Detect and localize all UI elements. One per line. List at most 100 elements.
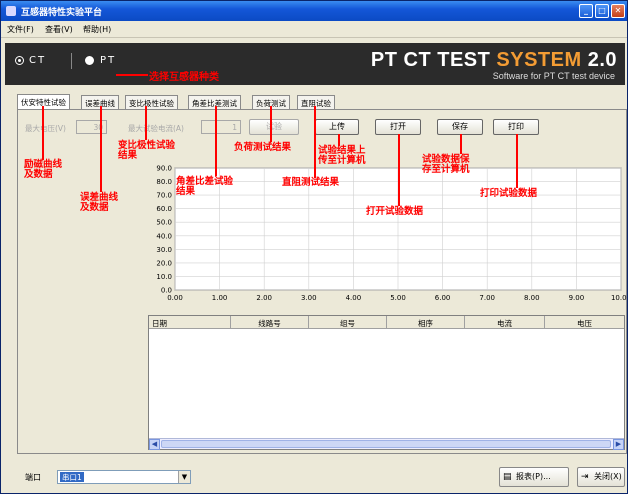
callout-load: 负荷测试结果 <box>234 142 292 153</box>
col-current[interactable]: 电流 <box>465 316 545 329</box>
callout-upload-2: 传至计算机 <box>318 155 366 166</box>
header-banner: CT PT PT CT TEST SYSTEM 2.0 Software for… <box>5 43 625 85</box>
menu-view[interactable]: 查看(V) <box>45 24 73 35</box>
callout-line-error <box>100 106 102 192</box>
callout-error-curve: 误差曲线 及数据 <box>80 193 118 213</box>
y-tick-label: 20.0 <box>156 259 172 267</box>
maximize-button[interactable]: □ <box>595 4 609 18</box>
menu-help[interactable]: 帮助(H) <box>83 24 111 35</box>
table-horizontal-scrollbar[interactable]: ◀ ▶ <box>149 438 624 450</box>
scroll-thumb[interactable] <box>161 440 611 448</box>
tab-dc-resistance[interactable]: 直阻试验 <box>297 95 335 109</box>
callout-line-angle <box>215 106 217 176</box>
scroll-right-arrow-icon[interactable]: ▶ <box>613 439 624 450</box>
status-bar: 端口 串口1 ▼ ▤ 报表(P)... ⇥ 关闭(X) <box>5 465 625 493</box>
port-select[interactable]: 串口1 ▼ <box>57 470 191 484</box>
x-tick-label: 3.00 <box>301 294 317 302</box>
col-phase[interactable]: 相序 <box>387 316 465 329</box>
callout-excitation-2: 及数据 <box>24 169 53 180</box>
x-tick-label: 6.00 <box>435 294 451 302</box>
logo-text: PT CT TEST <box>370 49 497 71</box>
callout-save: 试验数据保 存至计算机 <box>422 155 470 175</box>
callout-line-open <box>398 134 400 206</box>
x-tick-label: 5.00 <box>390 294 406 302</box>
callout-open: 打开试验数据 <box>366 206 424 217</box>
callout-line-load <box>270 106 272 142</box>
menu-bar: 文件(F) 查看(V) 帮助(H) <box>1 21 627 38</box>
x-tick-label: 7.00 <box>479 294 495 302</box>
main-window: 互感器特性实验平台 _ □ ✕ 文件(F) 查看(V) 帮助(H) CT PT … <box>0 0 628 494</box>
callout-ratio-polarity: 变比极性试验 结果 <box>118 141 175 161</box>
window-title: 互感器特性实验平台 <box>21 8 103 18</box>
title-bar: 互感器特性实验平台 _ □ ✕ <box>1 1 627 21</box>
callout-print: 打印试验数据 <box>480 188 538 199</box>
chevron-down-icon[interactable]: ▼ <box>178 471 190 483</box>
logo-accent-text: SYSTEM <box>496 49 582 71</box>
system-logo: PT CT TEST SYSTEM 2.0 <box>371 49 617 72</box>
callout-error-2: 及数据 <box>80 202 109 213</box>
report-button[interactable]: ▤ 报表(P)... <box>499 467 569 487</box>
radio-ct-label[interactable]: CT <box>29 55 46 66</box>
radio-separator <box>71 53 72 69</box>
scroll-left-arrow-icon[interactable]: ◀ <box>149 439 160 450</box>
callout-upload: 试验结果上 传至计算机 <box>318 146 366 166</box>
upload-button[interactable]: 上传 <box>315 119 359 135</box>
max-current-input[interactable]: 1 <box>201 120 241 134</box>
col-group-no[interactable]: 组号 <box>309 316 387 329</box>
radio-ct[interactable] <box>15 56 24 65</box>
close-window-button[interactable]: ✕ <box>611 4 625 18</box>
callout-line-excitation <box>42 106 44 160</box>
col-line-no[interactable]: 线路号 <box>231 316 309 329</box>
callout-select-type: 选择互感器种类 <box>149 72 219 83</box>
max-current-label: 最大试验电流(A) <box>128 124 184 133</box>
save-button[interactable]: 保存 <box>437 119 483 135</box>
port-label: 端口 <box>25 473 41 482</box>
start-test-button[interactable]: 试验 <box>249 119 299 135</box>
y-tick-label: 40.0 <box>156 232 172 240</box>
callout-save-2: 存至计算机 <box>422 164 470 175</box>
callout-line-print <box>516 134 518 188</box>
callout-dc-resistance: 直阻测试结果 <box>282 177 340 188</box>
port-value: 串口1 <box>60 472 84 482</box>
y-tick-label: 60.0 <box>156 205 172 213</box>
app-icon <box>6 6 16 16</box>
results-table: 日期 线路号 组号 相序 电流 电压 ◀ ▶ <box>148 315 625 450</box>
report-icon: ▤ <box>503 472 512 482</box>
callout-excitation: 励磁曲线 及数据 <box>24 160 62 180</box>
radio-pt[interactable] <box>85 56 94 65</box>
max-voltage-input[interactable]: 30 <box>76 120 107 134</box>
radio-pt-label[interactable]: PT <box>100 55 116 66</box>
callout-angle-2: 结果 <box>176 186 196 197</box>
exit-icon: ⇥ <box>581 472 589 482</box>
chart-y-tick-labels: 0.010.020.030.040.050.060.070.080.090.0 <box>156 165 172 295</box>
menu-file[interactable]: 文件(F) <box>7 24 34 35</box>
y-tick-label: 80.0 <box>156 178 172 186</box>
open-button[interactable]: 打开 <box>375 119 421 135</box>
x-tick-label: 8.00 <box>524 294 540 302</box>
callout-line-dc <box>314 106 316 178</box>
callout-ratio-2: 结果 <box>118 150 138 161</box>
callout-line-ratio <box>145 106 147 140</box>
callout-angle-ratio: 角差比差试验 结果 <box>176 177 233 197</box>
x-tick-label: 0.00 <box>167 294 183 302</box>
table-header: 日期 线路号 组号 相序 电流 电压 <box>149 316 624 329</box>
y-tick-label: 50.0 <box>156 219 172 227</box>
col-date[interactable]: 日期 <box>149 316 231 329</box>
y-tick-label: 90.0 <box>156 165 172 173</box>
col-voltage[interactable]: 电压 <box>545 316 624 329</box>
tagline: Software for PT CT test device <box>492 71 615 81</box>
close-button-label: 关闭(X) <box>594 472 622 481</box>
max-voltage-label: 最大电压(V) <box>25 124 66 133</box>
x-tick-label: 9.00 <box>569 294 585 302</box>
y-tick-label: 70.0 <box>156 192 172 200</box>
chart-x-tick-labels: 0.00 1.00 2.00 3.00 4.00 5.00 6.00 7.00 8.00 9.00… <box>167 294 627 302</box>
minimize-button[interactable]: _ <box>579 4 593 18</box>
close-button[interactable]: ⇥ 关闭(X) <box>577 467 625 487</box>
tab-ratio-polarity[interactable]: 变比极性试验 <box>125 95 178 109</box>
x-tick-label: 1.00 <box>212 294 228 302</box>
report-button-label: 报表(P)... <box>516 472 551 481</box>
callout-line-select <box>116 74 148 76</box>
print-button[interactable]: 打印 <box>493 119 539 135</box>
x-tick-label: 4.00 <box>346 294 362 302</box>
y-tick-label: 10.0 <box>156 273 172 281</box>
